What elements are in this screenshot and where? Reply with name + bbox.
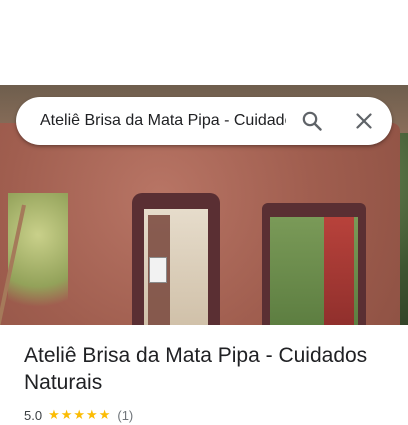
search-bar[interactable]: Ateliê Brisa da Mata Pipa - Cuidados Nat… xyxy=(16,97,392,145)
photo-plant xyxy=(8,193,68,325)
photo-door-sign xyxy=(149,257,167,283)
rating-row[interactable]: 5.0 ★★★★★ (1) xyxy=(24,405,133,425)
place-info-panel: Ateliê Brisa da Mata Pipa - Cuidados Nat… xyxy=(0,325,408,423)
search-input[interactable]: Ateliê Brisa da Mata Pipa - Cuidados Nat… xyxy=(40,97,286,145)
place-title: Ateliê Brisa da Mata Pipa - Cuidados Nat… xyxy=(24,344,368,394)
search-icon[interactable] xyxy=(300,109,324,133)
top-blank-area xyxy=(0,0,408,85)
close-icon[interactable] xyxy=(352,109,376,133)
photo-window-curtain xyxy=(324,217,354,325)
rating-stars: ★★★★★ xyxy=(48,407,112,422)
